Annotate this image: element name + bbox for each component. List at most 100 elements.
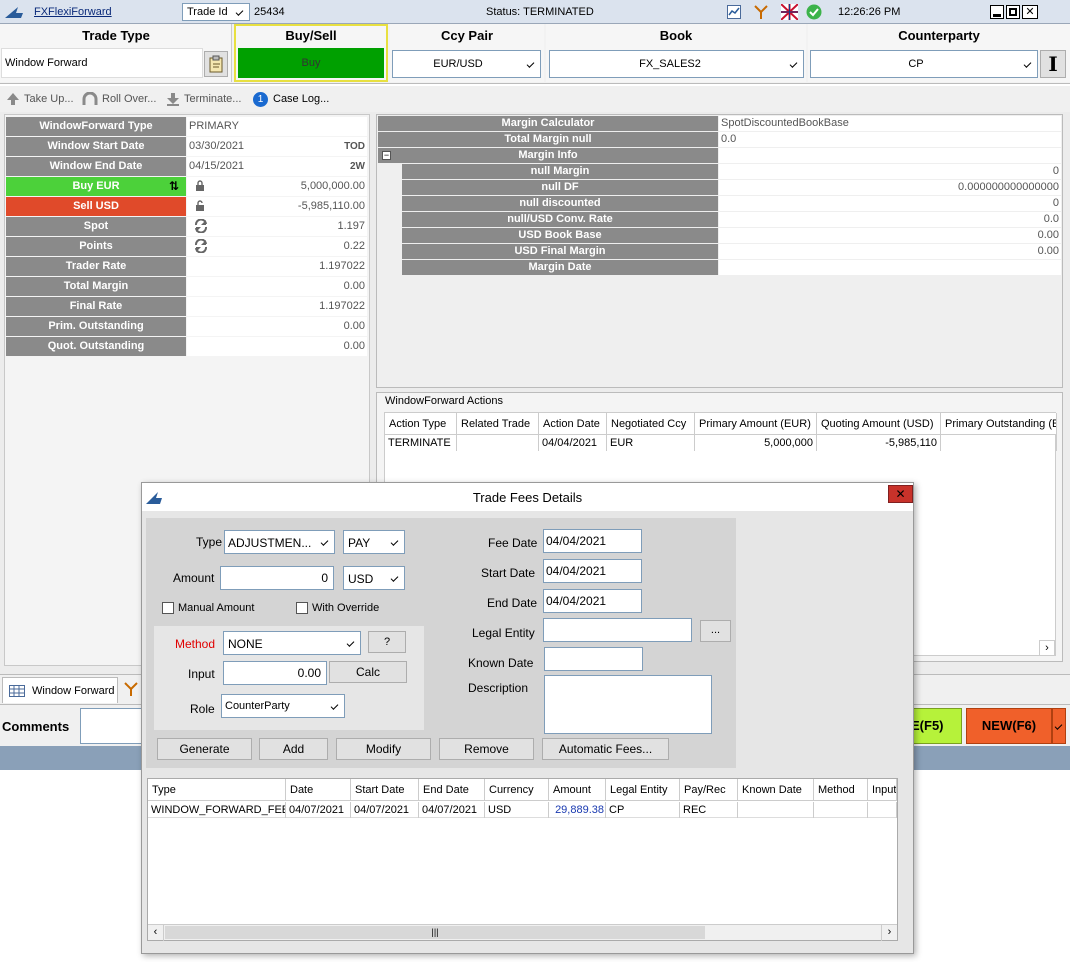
column-header[interactable]: Quoting Amount (USD)	[817, 413, 941, 435]
detail-value: 0.00	[187, 337, 367, 356]
table-cell: TERMINATE	[385, 435, 457, 451]
buy-sell-toggle[interactable]: Buy	[238, 48, 384, 78]
detail-label: Prim. Outstanding	[6, 317, 186, 336]
fees-horizontal-scrollbar[interactable]: ‹ ||| ›	[148, 924, 897, 941]
currency-select[interactable]: USD	[343, 566, 405, 590]
refresh-icon[interactable]	[194, 218, 208, 234]
column-header[interactable]: Action Date	[539, 413, 607, 435]
column-header[interactable]: Related Trade	[457, 413, 539, 435]
chart-icon[interactable]	[727, 5, 741, 19]
flag-icon[interactable]	[780, 3, 799, 21]
detail-label: WindowForward Type	[6, 117, 186, 136]
margin-value: 0.0	[719, 132, 1061, 147]
case-log-button[interactable]: 1 Case Log...	[253, 91, 329, 107]
book-select[interactable]: FX_SALES2	[549, 50, 804, 78]
column-header[interactable]: Method	[814, 779, 868, 801]
maximize-button[interactable]	[1006, 5, 1020, 19]
arrow-up-icon	[7, 93, 19, 105]
column-header[interactable]: Primary Outstanding (E	[941, 413, 1057, 435]
column-header[interactable]: End Date	[419, 779, 485, 801]
method-select[interactable]: NONE	[223, 631, 361, 655]
swap-arrows-icon[interactable]: ⇅	[169, 179, 179, 193]
input-field[interactable]: 0.00	[223, 661, 327, 685]
remove-button[interactable]: Remove	[439, 738, 534, 760]
margin-value: 0.00	[719, 228, 1061, 243]
type-select[interactable]: ADJUSTMEN...	[224, 530, 335, 554]
with-override-checkbox[interactable]: With Override	[296, 602, 379, 614]
legal-entity-browse-button[interactable]: ...	[700, 620, 731, 642]
chevron-down-icon	[320, 538, 329, 546]
check-circle-icon[interactable]	[806, 4, 822, 20]
column-header[interactable]: Type	[148, 779, 286, 801]
column-header[interactable]: Start Date	[351, 779, 419, 801]
text-cursor-icon[interactable]: I	[1040, 50, 1066, 78]
table-row[interactable]: TERMINATE 04/04/2021 EUR 5,000,000 -5,985,11…	[385, 435, 1057, 451]
legal-entity-input[interactable]	[543, 618, 692, 642]
roll-over-icon	[82, 92, 98, 105]
column-header[interactable]: Legal Entity	[606, 779, 680, 801]
table-cell	[868, 802, 897, 818]
status-text: Status: TERMINATED	[486, 6, 594, 18]
margin-value: 0.00	[719, 244, 1061, 259]
chevron-down-icon	[789, 60, 798, 68]
unlock-icon[interactable]	[195, 200, 205, 212]
modify-button[interactable]: Modify	[336, 738, 431, 760]
column-header[interactable]: Primary Amount (EUR)	[695, 413, 817, 435]
automatic-fees-button[interactable]: Automatic Fees...	[542, 738, 669, 760]
terminate-button[interactable]: Terminate...	[166, 91, 241, 107]
fee-date-input[interactable]: 04/04/2021	[543, 529, 642, 553]
lock-icon[interactable]	[195, 180, 205, 192]
end-date-input[interactable]: 04/04/2021	[543, 589, 642, 613]
refresh-icon[interactable]	[194, 238, 208, 254]
scroll-left-icon[interactable]: ‹	[148, 925, 164, 941]
detail-value: 1.197022	[187, 297, 367, 316]
scroll-right-icon[interactable]: ›	[1039, 640, 1055, 656]
description-textarea[interactable]	[544, 675, 712, 734]
dialog-close-button[interactable]: ✕	[888, 485, 913, 503]
start-date-input[interactable]: 04/04/2021	[543, 559, 642, 583]
actions-title: WindowForward Actions	[385, 395, 503, 407]
scroll-right-icon[interactable]: ›	[881, 925, 897, 941]
new-dropdown-button[interactable]	[1052, 708, 1066, 744]
counterparty-select[interactable]: CP	[810, 50, 1038, 78]
actions-grid-header: Action Type Related Trade Action Date Negot…	[385, 413, 1057, 435]
trade-id-selector[interactable]: Trade Id	[182, 3, 250, 21]
calc-button[interactable]: Calc	[329, 661, 407, 683]
chevron-down-icon	[235, 8, 244, 16]
input-label: Input	[188, 667, 215, 681]
comments-input[interactable]	[80, 708, 144, 744]
column-header[interactable]: Input	[868, 779, 897, 801]
trade-type-edit-button[interactable]	[204, 51, 228, 77]
pay-select[interactable]: PAY	[343, 530, 405, 554]
add-button[interactable]: Add	[259, 738, 328, 760]
table-row[interactable]: WINDOW_FORWARD_FEE 04/07/2021 04/07/2021 04…	[148, 802, 897, 818]
column-header[interactable]: Date	[286, 779, 351, 801]
table-cell: 5,000,000	[695, 435, 817, 451]
close-button[interactable]: ✕	[1022, 5, 1038, 19]
column-header[interactable]: Pay/Rec	[680, 779, 738, 801]
amount-input[interactable]: 0	[220, 566, 334, 590]
generate-button[interactable]: Generate	[157, 738, 252, 760]
column-header[interactable]: Known Date	[738, 779, 814, 801]
manual-amount-checkbox[interactable]: Manual Amount	[162, 602, 254, 614]
column-header[interactable]: Amount	[549, 779, 606, 801]
tenor-suffix: TOD	[344, 141, 365, 152]
method-help-button[interactable]: ?	[368, 631, 406, 653]
column-header[interactable]: Currency	[485, 779, 549, 801]
role-select[interactable]: CounterParty	[221, 694, 345, 718]
collapse-icon[interactable]: −	[382, 151, 391, 160]
new-button[interactable]: NEW(F6)	[966, 708, 1052, 744]
detail-value: 0.00	[187, 317, 367, 336]
app-name-link[interactable]: FXFlexiForward	[34, 5, 112, 19]
ccy-pair-select[interactable]: EUR/USD	[392, 50, 541, 78]
tab-window-forward[interactable]: Window Forward	[2, 677, 118, 703]
take-up-button[interactable]: Take Up...	[6, 91, 74, 107]
column-header[interactable]: Action Type	[385, 413, 457, 435]
scroll-thumb[interactable]: |||	[165, 926, 705, 939]
known-date-input[interactable]	[544, 647, 643, 671]
column-header[interactable]: Negotiated Ccy	[607, 413, 695, 435]
branch-icon[interactable]	[122, 681, 142, 699]
branch-icon[interactable]	[752, 4, 770, 20]
minimize-button[interactable]	[990, 5, 1004, 19]
roll-over-button[interactable]: Roll Over...	[82, 91, 156, 107]
